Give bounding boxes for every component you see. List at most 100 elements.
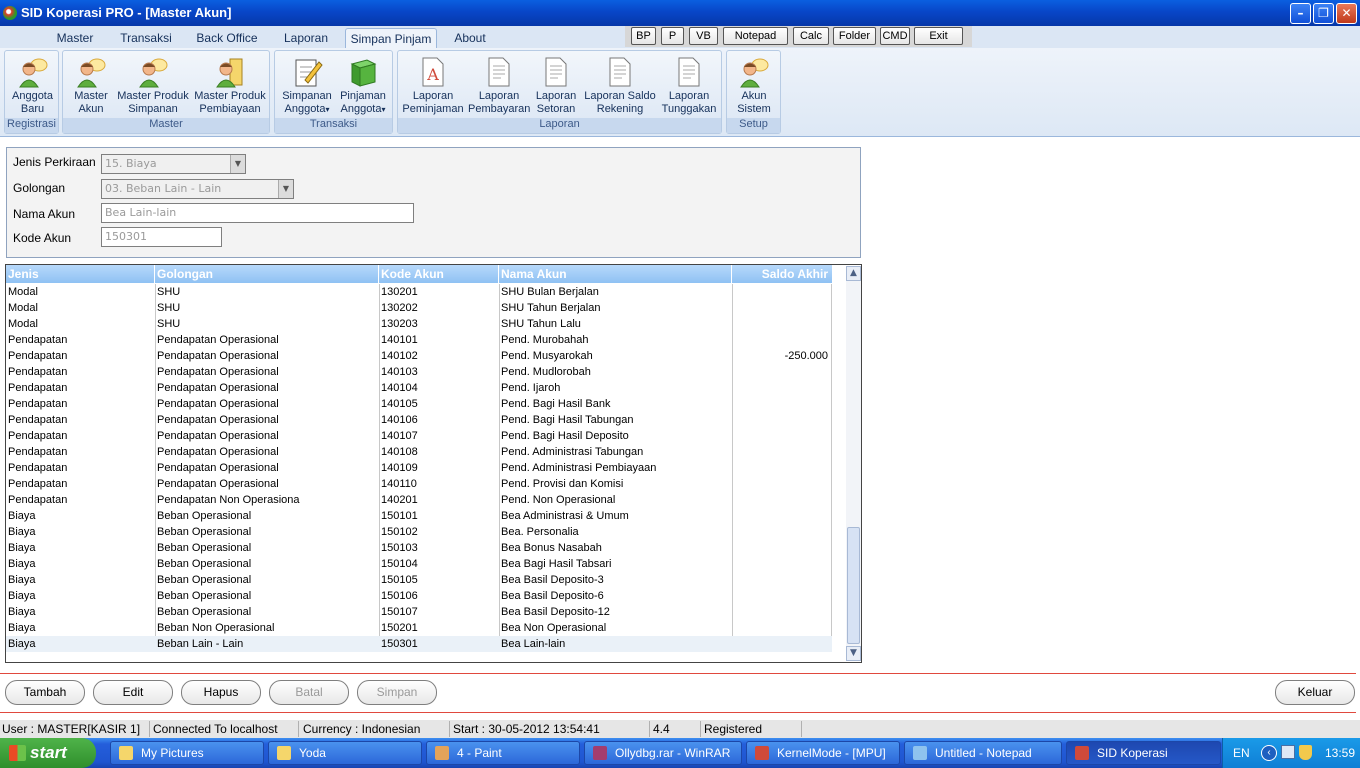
- tab-master[interactable]: Master: [52, 28, 98, 48]
- taskbar-item[interactable]: 4 - Paint: [426, 741, 580, 765]
- table-row[interactable]: Pendapatan Pendapatan Operasional 140106 Pe…: [6, 412, 832, 428]
- table-row[interactable]: Pendapatan Pendapatan Operasional 140107 Pe…: [6, 428, 832, 444]
- clock[interactable]: 13:59: [1325, 746, 1355, 760]
- scroll-up-icon[interactable]: ▲: [846, 266, 861, 281]
- table-cell: 140109: [381, 462, 418, 474]
- scroll-down-icon[interactable]: ▼: [846, 646, 861, 661]
- table-cell: [732, 588, 832, 604]
- vertical-scrollbar[interactable]: ▲ ▼: [846, 266, 861, 661]
- taskbar-item[interactable]: SID Koperasi: [1066, 741, 1221, 765]
- table-row[interactable]: Pendapatan Pendapatan Operasional 140101 Pe…: [6, 332, 832, 348]
- table-cell: [732, 636, 832, 652]
- scroll-thumb[interactable]: [847, 527, 860, 644]
- app-icon: [119, 746, 133, 760]
- simpanan-anggota-button[interactable]: Simpanan Anggota▾: [279, 53, 335, 119]
- shield-icon[interactable]: [1299, 745, 1312, 760]
- quick-vb-button[interactable]: VB: [689, 27, 718, 45]
- tab-laporan[interactable]: Laporan: [279, 28, 333, 48]
- kode-akun-field[interactable]: 150301: [101, 227, 222, 247]
- table-row[interactable]: Biaya Beban Operasional 150106 Bea Basil De…: [6, 588, 832, 604]
- quick-exit-button[interactable]: Exit: [914, 27, 963, 45]
- quick-p-button[interactable]: P: [661, 27, 684, 45]
- close-button[interactable]: ✕: [1336, 3, 1357, 24]
- tab-about[interactable]: About: [449, 28, 491, 48]
- hapus-button[interactable]: Hapus: [181, 680, 261, 705]
- quick-bp-button[interactable]: BP: [631, 27, 656, 45]
- table-row[interactable]: Pendapatan Pendapatan Operasional 140109 Pe…: [6, 460, 832, 476]
- column-header-saldo-akhir[interactable]: Saldo Akhir: [732, 265, 832, 283]
- taskbar-item[interactable]: Yoda: [268, 741, 422, 765]
- quick-cmd-button[interactable]: CMD: [880, 27, 910, 45]
- table-row[interactable]: Biaya Beban Non Operasional 150201 Bea Non …: [6, 620, 832, 636]
- laporan-pembayaran-button[interactable]: Laporan Pembayaran: [468, 53, 530, 119]
- anggota-baru-button[interactable]: Anggota Baru: [7, 53, 58, 119]
- taskbar-item[interactable]: Ollydbg.rar - WinRAR: [584, 741, 742, 765]
- laporan-saldo-rekening-button[interactable]: Laporan Saldo Rekening: [583, 53, 657, 119]
- group-label-laporan: Laporan: [398, 118, 721, 133]
- nama-akun-field[interactable]: Bea Lain-lain: [101, 203, 414, 223]
- tab-simpan-pinjam[interactable]: Simpan Pinjam: [345, 28, 437, 48]
- table-row[interactable]: Pendapatan Pendapatan Operasional 140104 Pe…: [6, 380, 832, 396]
- language-indicator[interactable]: EN: [1233, 746, 1250, 760]
- edit-button[interactable]: Edit: [93, 680, 173, 705]
- table-row[interactable]: Biaya Beban Operasional 150105 Bea Basil De…: [6, 572, 832, 588]
- quick-calc-button[interactable]: Calc: [793, 27, 829, 45]
- jenis-perkiraan-select[interactable]: 15. Biaya ▼: [101, 154, 246, 174]
- network-icon[interactable]: [1281, 745, 1295, 759]
- table-row[interactable]: Pendapatan Pendapatan Operasional 140105 Pe…: [6, 396, 832, 412]
- table-row[interactable]: Pendapatan Pendapatan Non Operasiona 14020…: [6, 492, 832, 508]
- table-row[interactable]: Modal SHU 130201 SHU Bulan Berjalan: [6, 284, 832, 300]
- tambah-button[interactable]: Tambah: [5, 680, 85, 705]
- laporan-peminjaman-button[interactable]: A Laporan Peminjaman: [402, 53, 464, 119]
- account-table[interactable]: Jenis Golongan Kode Akun Nama Akun Saldo…: [5, 264, 862, 663]
- table-row[interactable]: Modal SHU 130202 SHU Tahun Berjalan: [6, 300, 832, 316]
- table-row[interactable]: Biaya Beban Operasional 150101 Bea Administ…: [6, 508, 832, 524]
- column-header-nama-akun[interactable]: Nama Akun: [499, 265, 732, 283]
- master-produk-simpanan-button[interactable]: Master Produk Simpanan: [117, 53, 189, 119]
- table-row[interactable]: Pendapatan Pendapatan Operasional 140110 Pe…: [6, 476, 832, 492]
- column-header-jenis[interactable]: Jenis: [6, 265, 155, 283]
- table-cell: Pendapatan: [8, 334, 68, 346]
- table-row[interactable]: Biaya Beban Operasional 150103 Bea Bonus Na…: [6, 540, 832, 556]
- table-row[interactable]: Biaya Beban Operasional 150102 Bea. Persona…: [6, 524, 832, 540]
- status-currency: Currency : Indonesian: [301, 721, 450, 737]
- quick-notepad-button[interactable]: Notepad: [723, 27, 788, 45]
- laporan-tunggakan-button[interactable]: Laporan Tunggakan: [659, 53, 719, 119]
- master-akun-button[interactable]: Master Akun: [67, 53, 115, 119]
- maximize-button[interactable]: ❐: [1313, 3, 1334, 24]
- batal-button[interactable]: Batal: [269, 680, 349, 705]
- column-header-golongan[interactable]: Golongan: [155, 265, 379, 283]
- taskbar-item-label: KernelMode - [MPU]: [777, 746, 886, 760]
- laporan-setoran-button[interactable]: Laporan Setoran: [532, 53, 580, 119]
- table-cell: [732, 332, 832, 348]
- person-icon: [139, 58, 168, 88]
- app-icon: [913, 746, 927, 760]
- pinjaman-anggota-button[interactable]: Pinjaman Anggota▾: [335, 53, 391, 119]
- table-cell: [732, 572, 832, 588]
- table-row[interactable]: Pendapatan Pendapatan Operasional 140108 Pe…: [6, 444, 832, 460]
- taskbar-item[interactable]: KernelMode - [MPU]: [746, 741, 900, 765]
- taskbar-item[interactable]: Untitled - Notepad: [904, 741, 1062, 765]
- tab-transaksi[interactable]: Transaksi: [116, 28, 176, 48]
- ribbon-group-laporan: A Laporan Peminjaman Laporan Pembayaran …: [397, 50, 722, 134]
- table-cell: Pendapatan: [8, 446, 68, 458]
- table-row[interactable]: Biaya Beban Lain - Lain 150301 Bea Lain-lai…: [6, 636, 832, 652]
- taskbar-item[interactable]: My Pictures: [110, 741, 264, 765]
- master-produk-pembiayaan-button[interactable]: Master Produk Pembiayaan: [193, 53, 267, 119]
- table-row[interactable]: Biaya Beban Operasional 150104 Bea Bagi Has…: [6, 556, 832, 572]
- tab-back-office[interactable]: Back Office: [194, 28, 260, 48]
- column-header-kode-akun[interactable]: Kode Akun: [379, 265, 499, 283]
- table-cell: 140103: [381, 366, 418, 378]
- minimize-button[interactable]: –: [1290, 3, 1311, 24]
- start-button[interactable]: start: [0, 738, 96, 768]
- table-row[interactable]: Pendapatan Pendapatan Operasional 140103 Pe…: [6, 364, 832, 380]
- keluar-button[interactable]: Keluar: [1275, 680, 1355, 705]
- table-row[interactable]: Modal SHU 130203 SHU Tahun Lalu: [6, 316, 832, 332]
- table-row[interactable]: Biaya Beban Operasional 150107 Bea Basil De…: [6, 604, 832, 620]
- table-row[interactable]: Pendapatan Pendapatan Operasional 140102 Pe…: [6, 348, 832, 364]
- tray-arrow-icon[interactable]: ‹: [1261, 745, 1277, 761]
- simpan-button[interactable]: Simpan: [357, 680, 437, 705]
- golongan-select[interactable]: 03. Beban Lain - Lain ▼: [101, 179, 294, 199]
- akun-sistem-button[interactable]: Akun Sistem: [730, 53, 778, 119]
- quick-folder-button[interactable]: Folder: [833, 27, 876, 45]
